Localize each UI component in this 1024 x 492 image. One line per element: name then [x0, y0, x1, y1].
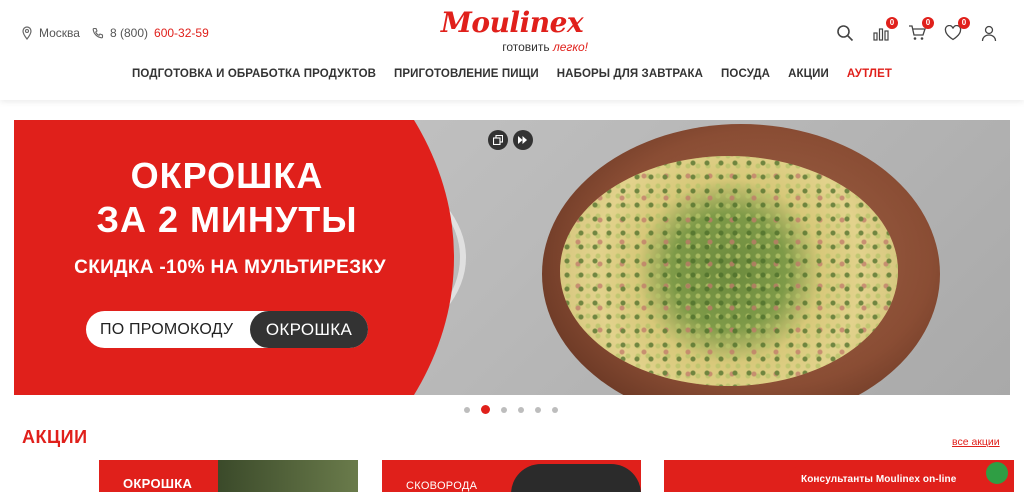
search-icon [837, 25, 854, 42]
phone-prefix: 8 (800) [110, 26, 149, 40]
location-pin-icon [22, 26, 32, 40]
nav-item-promotions[interactable]: АКЦИИ [788, 68, 829, 80]
tagline-accent: легко! [552, 40, 588, 54]
account-button[interactable] [978, 22, 1000, 44]
phone-link[interactable]: 8 (800) 600-32-59 [92, 26, 209, 40]
search-button[interactable] [834, 22, 856, 44]
user-icon [981, 25, 997, 41]
carousel-pagination [464, 405, 558, 414]
brand-tagline: готовить легко! [432, 40, 592, 54]
copy-icon [493, 135, 503, 145]
skip-forward-button[interactable] [513, 130, 533, 150]
carousel-dot-5[interactable] [535, 406, 541, 413]
carousel-dot-4[interactable] [518, 406, 524, 413]
promo-card-image [511, 464, 641, 492]
nav-item-cooking[interactable]: ПРИГОТОВЛЕНИЕ ПИЩИ [394, 68, 539, 80]
carousel-dot-3[interactable] [501, 406, 507, 413]
promo-card-title: СКОВОРОДА [406, 480, 478, 492]
brand-logo[interactable]: Moulinex готовить легко! [432, 8, 592, 60]
favorites-button[interactable]: 0 [942, 17, 970, 44]
hero-subtitle: СКИДКА -10% НА МУЛЬТИРЕЗКУ [74, 257, 386, 278]
nav-item-food-prep[interactable]: ПОДГОТОВКА И ОБРАБОТКА ПРОДУКТОВ [132, 68, 376, 80]
promo-card-title: ОКРОШКА [123, 476, 193, 491]
online-chat-widget[interactable]: Консультанты Moulinex on-line [789, 466, 1014, 492]
compare-button[interactable]: 0 [870, 17, 898, 44]
promo-code-pill: ПО ПРОМОКОДУ ОКРОШКА [86, 311, 368, 348]
tagline-main: готовить [502, 40, 553, 54]
favorites-count-badge: 0 [958, 17, 970, 29]
nav-item-outlet[interactable]: АУТЛЕТ [847, 68, 892, 80]
skip-forward-icon [518, 136, 527, 144]
compare-icon [873, 28, 889, 41]
promo-code: ОКРОШКА [250, 311, 368, 348]
cart-count-badge: 0 [922, 17, 934, 29]
header-actions: 0 0 0 [834, 17, 1000, 44]
phone-icon [92, 27, 104, 39]
promo-card-okroshka[interactable]: ОКРОШКА [99, 460, 358, 492]
compare-count-badge: 0 [886, 17, 898, 29]
soup-image [560, 156, 898, 386]
carousel-dot-6[interactable] [552, 406, 558, 413]
cart-button[interactable]: 0 [906, 17, 934, 44]
carousel-dot-1[interactable] [464, 406, 470, 413]
promotions-title: АКЦИИ [22, 427, 88, 447]
all-promotions-link[interactable]: все акции [952, 436, 1000, 448]
leaf-icon[interactable] [986, 462, 1008, 484]
nav-item-cookware[interactable]: ПОСУДА [721, 68, 770, 80]
nav-item-breakfast-sets[interactable]: НАБОРЫ ДЛЯ ЗАВТРАКА [557, 68, 703, 80]
gallery-button[interactable] [488, 130, 508, 150]
phone-number: 600-32-59 [154, 26, 209, 40]
city-label: Москва [39, 26, 80, 40]
carousel-dot-2[interactable] [481, 405, 490, 414]
main-navigation: ПОДГОТОВКА И ОБРАБОТКА ПРОДУКТОВ ПРИГОТО… [0, 68, 1024, 80]
promo-label: ПО ПРОМОКОДУ [100, 321, 234, 338]
hero-banner[interactable]: ОКРОШКА ЗА 2 МИНУТЫ СКИДКА -10% НА МУЛЬТ… [14, 120, 1010, 395]
site-header: Москва 8 (800) 600-32-59 Moulinex готови… [0, 0, 1024, 100]
hero-title-line2: ЗА 2 МИНУТЫ [96, 199, 358, 240]
promo-card-image [218, 460, 358, 492]
hero-title-line1: ОКРОШКА [130, 155, 324, 196]
brand-wordmark: Moulinex [440, 6, 584, 39]
promo-card-skillet[interactable]: СКОВОРОДА [382, 460, 641, 492]
location-selector[interactable]: Москва [21, 26, 80, 40]
